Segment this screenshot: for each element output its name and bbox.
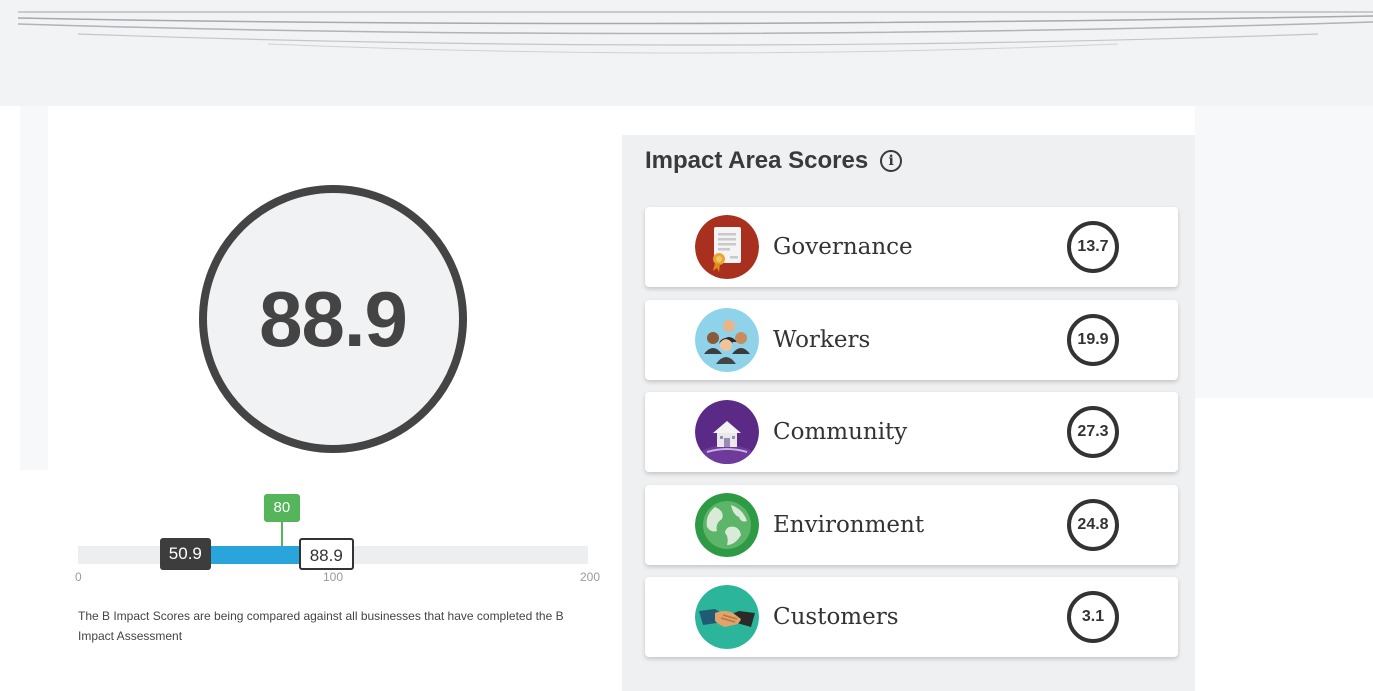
document-certificate-icon: [695, 215, 759, 279]
impact-area-title: Impact Area Scores i: [645, 147, 903, 175]
median-score-flag: 50.9: [159, 538, 211, 570]
impact-area-title-text: Impact Area Scores: [645, 147, 869, 174]
axis-tick-min: 0: [75, 570, 82, 584]
impact-area-score: 13.7: [1067, 221, 1119, 273]
background-band: [1195, 106, 1373, 398]
qualify-marker-stem: [281, 522, 283, 546]
background-strip: [20, 106, 48, 470]
impact-area-name: Workers: [773, 327, 871, 353]
overall-score-ring: 88.9: [199, 185, 467, 453]
impact-area-score: 3.1: [1067, 591, 1119, 643]
overall-score-value: 88.9: [259, 274, 408, 363]
axis-tick-mid: 100: [323, 570, 344, 584]
qualify-threshold-flag: 80: [263, 494, 301, 522]
impact-area-score: 24.8: [1067, 499, 1119, 551]
people-group-icon: [695, 308, 759, 372]
impact-area-name: Community: [773, 419, 908, 445]
comparison-note: The B Impact Scores are being compared a…: [78, 609, 564, 643]
impact-area-name: Customers: [773, 604, 899, 630]
house-icon: [695, 400, 759, 464]
info-icon[interactable]: i: [880, 150, 903, 172]
impact-card-governance[interactable]: Governance 13.7: [645, 207, 1178, 287]
top-banner: [0, 0, 1373, 106]
impact-area-score: 19.9: [1067, 314, 1119, 366]
impact-card-environment[interactable]: Environment 24.8: [645, 485, 1178, 565]
comparison-fill: [207, 546, 305, 564]
axis-tick-max: 200: [580, 570, 601, 584]
globe-icon: [695, 493, 759, 557]
impact-area-name: Environment: [773, 512, 925, 538]
impact-area-name: Governance: [773, 234, 913, 260]
company-score-flag: 88.9: [298, 538, 354, 570]
banner-lines: [18, 11, 1373, 54]
impact-card-customers[interactable]: Customers 3.1: [645, 577, 1178, 657]
impact-area-score: 27.3: [1067, 406, 1119, 458]
impact-card-workers[interactable]: Workers 19.9: [645, 300, 1178, 380]
handshake-icon: [695, 585, 759, 649]
impact-card-community[interactable]: Community 27.3: [645, 392, 1178, 472]
